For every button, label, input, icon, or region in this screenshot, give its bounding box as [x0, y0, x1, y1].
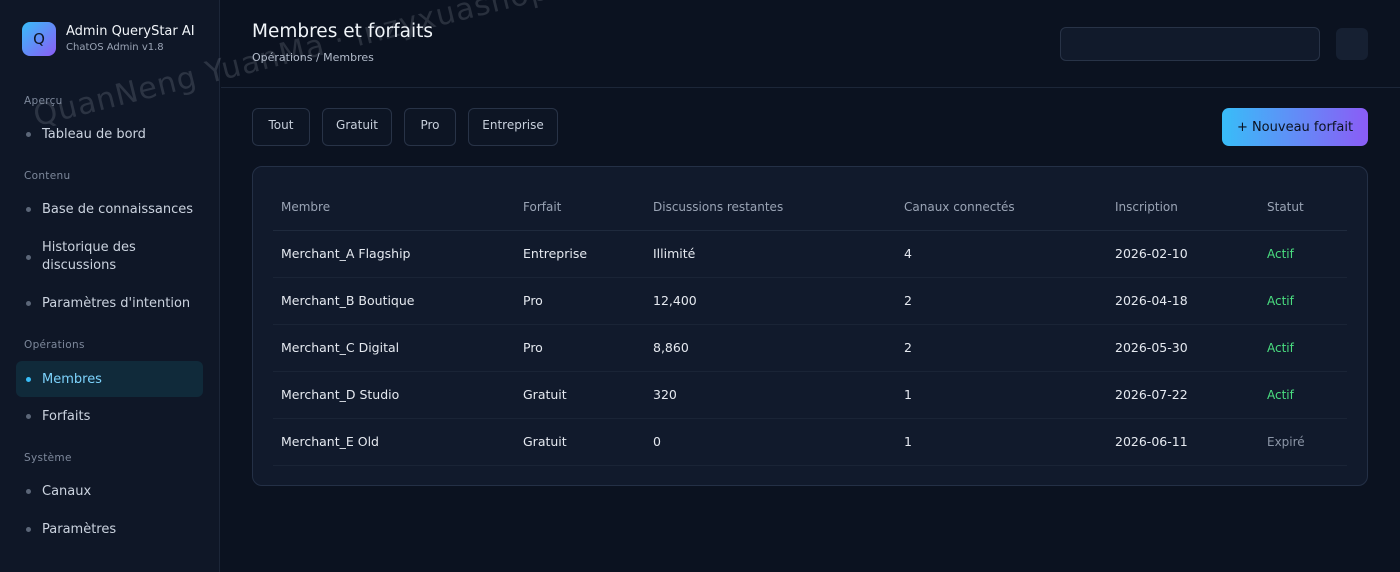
header-action-button[interactable]	[1336, 28, 1368, 60]
cell-canaux: 2	[896, 324, 1107, 372]
sidebar-item-label: Historique des discussions	[42, 240, 136, 273]
bullet-icon	[26, 300, 31, 306]
filter-pro[interactable]: Pro	[404, 108, 456, 146]
table-row[interactable]: Merchant_E Old Gratuit 0 1 2026-06-11 Ex…	[273, 418, 1347, 466]
bullet-icon	[26, 206, 31, 212]
sidebar-item-label: Membres	[42, 371, 102, 387]
cell-discussions: 8,860	[645, 324, 896, 372]
members-table-card: Membre Forfait Discussions restantes Can…	[252, 166, 1368, 486]
bullet-icon	[26, 131, 31, 137]
bullet-icon	[26, 376, 31, 382]
sidebar: Q Admin QueryStar AI ChatOS Admin v1.8 A…	[0, 0, 220, 572]
column-header-discussions[interactable]: Discussions restantes	[645, 185, 896, 231]
table-header-row: Membre Forfait Discussions restantes Can…	[273, 185, 1347, 231]
sidebar-section-apercu: Aperçu	[24, 95, 63, 107]
sidebar-item-label: Tableau de bord	[42, 126, 146, 142]
filter-gratuit[interactable]: Gratuit	[322, 108, 392, 146]
filter-tout[interactable]: Tout	[252, 108, 310, 146]
sidebar-item-parametres[interactable]: Paramètres	[16, 511, 203, 547]
cell-inscription: 2026-02-10	[1107, 230, 1259, 278]
cell-forfait: Pro	[515, 277, 645, 325]
column-header-membre[interactable]: Membre	[273, 185, 515, 231]
cell-membre: Merchant_C Digital	[273, 324, 515, 372]
sidebar-item-label: Paramètres	[42, 521, 117, 537]
sidebar-item-membres[interactable]: Membres	[16, 361, 203, 397]
status-badge: Actif	[1259, 371, 1347, 419]
cell-canaux: 1	[896, 418, 1107, 466]
cell-membre: Merchant_E Old	[273, 418, 515, 466]
sidebar-section-systeme: Système	[24, 452, 72, 464]
sidebar-item-base-de-connaissances[interactable]: Base de connaissances	[16, 191, 203, 227]
new-plan-button[interactable]: + Nouveau forfait	[1222, 108, 1368, 146]
column-header-canaux[interactable]: Canaux connectés	[896, 185, 1107, 231]
cell-discussions: Illimité	[645, 230, 896, 278]
sidebar-item-parametres-intention[interactable]: Paramètres d'intention	[16, 285, 203, 321]
sidebar-item-label: Base de connaissances	[42, 201, 193, 217]
cell-inscription: 2026-04-18	[1107, 277, 1259, 325]
brand-title: Admin QueryStar AI	[66, 24, 195, 39]
breadcrumb: Opérations / Membres	[252, 51, 374, 64]
sidebar-item-tableau-de-bord[interactable]: Tableau de bord	[16, 116, 203, 152]
cell-membre: Merchant_A Flagship	[273, 230, 515, 278]
cell-membre: Merchant_B Boutique	[273, 277, 515, 325]
bullet-icon	[26, 254, 31, 260]
table-row[interactable]: Merchant_C Digital Pro 8,860 2 2026-05-3…	[273, 324, 1347, 372]
page-header: Membres et forfaits Opérations / Membres	[221, 0, 1400, 88]
table-row[interactable]: Merchant_B Boutique Pro 12,400 2 2026-04…	[273, 277, 1347, 325]
cell-discussions: 0	[645, 418, 896, 466]
bullet-icon	[26, 413, 31, 419]
brand-subtitle: ChatOS Admin v1.8	[66, 42, 164, 53]
bullet-icon	[26, 526, 31, 532]
status-badge: Actif	[1259, 230, 1347, 278]
status-badge: Expiré	[1259, 418, 1347, 466]
sidebar-item-forfaits[interactable]: Forfaits	[16, 398, 203, 434]
sidebar-item-historique[interactable]: Historique des discussions	[16, 236, 203, 278]
sidebar-section-operations: Opérations	[24, 339, 85, 351]
status-badge: Actif	[1259, 324, 1347, 372]
sidebar-section-contenu: Contenu	[24, 170, 71, 182]
brand-logo-icon: Q	[22, 22, 56, 56]
sidebar-item-label: Canaux	[42, 483, 92, 499]
cell-canaux: 4	[896, 230, 1107, 278]
brand-text: Admin QueryStar AI ChatOS Admin v1.8	[66, 23, 195, 55]
status-badge: Actif	[1259, 277, 1347, 325]
cell-inscription: 2026-07-22	[1107, 371, 1259, 419]
bullet-icon	[26, 488, 31, 494]
sidebar-item-label: Forfaits	[42, 408, 91, 424]
column-header-statut[interactable]: Statut	[1259, 185, 1347, 231]
brand[interactable]: Q Admin QueryStar AI ChatOS Admin v1.8	[22, 22, 195, 56]
cell-forfait: Gratuit	[515, 371, 645, 419]
search-input[interactable]	[1060, 27, 1320, 61]
column-header-inscription[interactable]: Inscription	[1107, 185, 1259, 231]
members-table: Membre Forfait Discussions restantes Can…	[273, 185, 1347, 466]
cell-forfait: Pro	[515, 324, 645, 372]
cell-membre: Merchant_D Studio	[273, 371, 515, 419]
sidebar-item-canaux[interactable]: Canaux	[16, 473, 203, 509]
cell-discussions: 320	[645, 371, 896, 419]
sidebar-item-label: Paramètres d'intention	[42, 295, 191, 311]
cell-canaux: 1	[896, 371, 1107, 419]
cell-canaux: 2	[896, 277, 1107, 325]
cell-discussions: 12,400	[645, 277, 896, 325]
cell-forfait: Entreprise	[515, 230, 645, 278]
filter-entreprise[interactable]: Entreprise	[468, 108, 558, 146]
page-title: Membres et forfaits	[252, 21, 434, 42]
cell-inscription: 2026-06-11	[1107, 418, 1259, 466]
cell-inscription: 2026-05-30	[1107, 324, 1259, 372]
column-header-forfait[interactable]: Forfait	[515, 185, 645, 231]
cell-forfait: Gratuit	[515, 418, 645, 466]
table-row[interactable]: Merchant_A Flagship Entreprise Illimité …	[273, 230, 1347, 278]
table-row[interactable]: Merchant_D Studio Gratuit 320 1 2026-07-…	[273, 371, 1347, 419]
